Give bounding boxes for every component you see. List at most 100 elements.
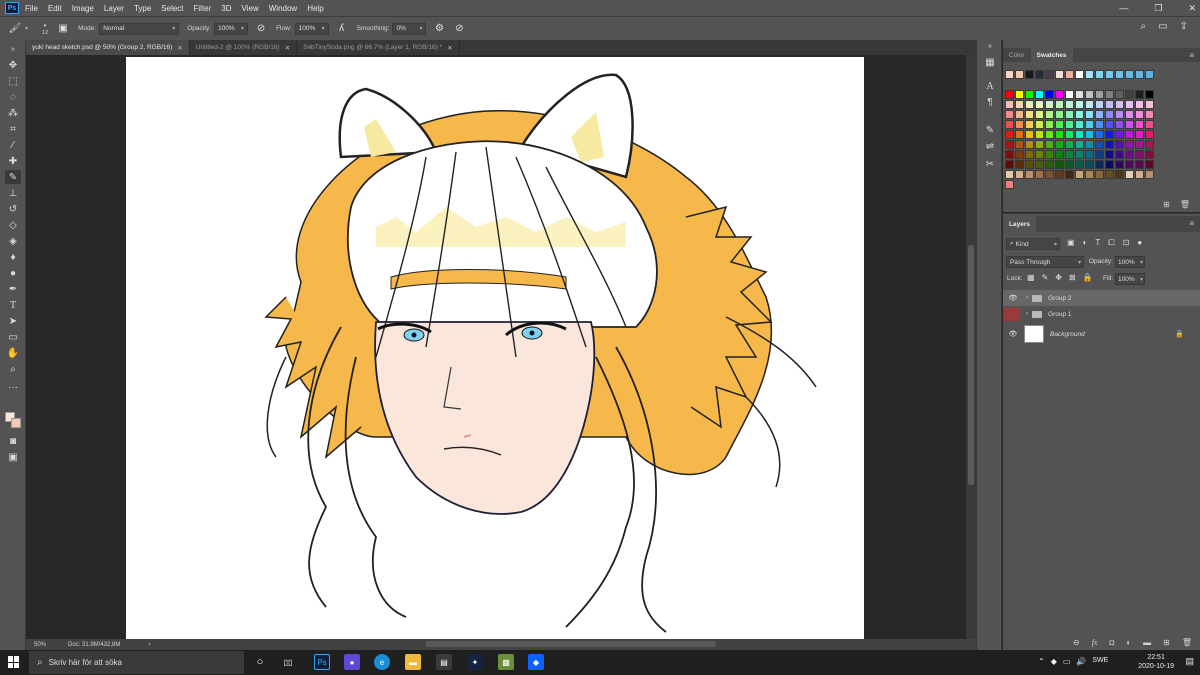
swatch[interactable] [1075,70,1084,79]
layer-row-group-1[interactable]: › Group 1 [1003,306,1200,322]
lasso-tool-icon[interactable]: ◌ [5,90,21,104]
swatch[interactable] [1085,100,1094,109]
swatch[interactable] [1115,140,1124,149]
pen-tool-icon[interactable]: ✒ [5,282,21,296]
swatch[interactable] [1045,170,1054,179]
swatch[interactable] [1105,70,1114,79]
swatch[interactable] [1055,100,1064,109]
swatch[interactable] [1125,90,1134,99]
opacity-field[interactable]: 100% ▾ [214,22,249,35]
swatch[interactable] [1085,110,1094,119]
swatch[interactable] [1045,110,1054,119]
type-tool-icon[interactable]: T [5,298,21,312]
hidden-visibility-toggle[interactable] [1004,307,1020,321]
document-canvas[interactable] [126,57,864,639]
swatch[interactable] [1005,70,1014,79]
swatch[interactable] [1075,150,1084,159]
swatch[interactable] [1035,160,1044,169]
lock-transparency-icon[interactable]: ▦ [1027,273,1035,282]
adjustments-panel-icon[interactable]: ⇌ [983,140,997,152]
swatch[interactable] [1145,110,1154,119]
swatch[interactable] [1075,130,1084,139]
menu-file[interactable]: File [25,4,38,13]
swatch[interactable] [1095,70,1104,79]
airbrush-icon[interactable]: ʎ [335,22,349,36]
swatch[interactable] [1065,150,1074,159]
swatch[interactable] [1035,100,1044,109]
taskbar-search[interactable]: ⌕ Skriv här för att söka [29,651,244,674]
dropbox-tray-icon[interactable]: ◆ [1051,657,1057,666]
close-tab-icon[interactable]: ✕ [285,44,290,52]
close-icon[interactable]: ✕ [1188,3,1196,14]
lock-artboard-icon[interactable]: ⊠ [1069,273,1076,282]
volume-icon[interactable]: 🔊 [1076,657,1086,666]
swatch[interactable] [1095,90,1104,99]
collapse-icon[interactable]: « [983,40,997,52]
swatch[interactable] [1105,90,1114,99]
swatch[interactable] [1025,150,1034,159]
swatch[interactable] [1035,150,1044,159]
swatch[interactable] [1025,130,1034,139]
swatch[interactable] [1075,140,1084,149]
brush-preset-icon[interactable]: 🖌 [8,22,22,36]
swatch[interactable] [1145,90,1154,99]
panel-menu-icon[interactable]: ≡ [1189,219,1194,228]
chevron-down-icon[interactable]: ▾ [25,25,28,32]
swatch[interactable] [1105,140,1114,149]
windows-start-icon[interactable] [8,656,20,668]
tab-untitled-2[interactable]: Untitled-2 @ 100% (RGB/16) ✕ [190,40,298,55]
swatch[interactable] [1125,110,1134,119]
zoom-tool-icon[interactable]: ⌕ [5,362,21,376]
smoothing-field[interactable]: 0% ▾ [392,22,427,35]
crop-tool-icon[interactable]: ⌗ [5,122,21,136]
lock-paint-icon[interactable]: ✎ [1042,273,1049,282]
swatch[interactable] [1135,70,1144,79]
swatch[interactable] [1095,100,1104,109]
canvas-workspace[interactable] [26,55,966,639]
swatch[interactable] [1115,130,1124,139]
trash-icon[interactable]: 🗑 [1180,200,1190,209]
swatch[interactable] [1075,160,1084,169]
layer-row-background[interactable]: 👁 Background 🔒 [1003,324,1200,344]
swatch[interactable] [1095,160,1104,169]
swatch[interactable] [1065,110,1074,119]
swatch[interactable] [1135,100,1144,109]
adjustment-layer-icon[interactable]: ◐ [1126,638,1131,647]
blur-tool-icon[interactable]: ♦ [5,250,21,264]
restore-icon[interactable]: ❐ [1154,3,1162,14]
collapse-icon[interactable]: » [5,42,21,56]
swatch[interactable] [1025,160,1034,169]
swatch[interactable] [1135,130,1144,139]
edge-icon[interactable]: e [374,654,390,670]
type-filter-icon[interactable]: T [1095,238,1100,248]
swatch[interactable] [1125,160,1134,169]
close-tab-icon[interactable]: ✕ [447,44,452,52]
healing-brush-tool-icon[interactable]: ✚ [5,154,21,168]
store-icon[interactable]: ▤ [436,654,452,670]
menu-3d[interactable]: 3D [221,4,231,13]
swatch[interactable] [1125,70,1134,79]
new-group-icon[interactable]: ▬ [1143,638,1151,647]
swatch[interactable] [1105,100,1114,109]
menu-layer[interactable]: Layer [104,4,124,13]
swatch[interactable] [1095,150,1104,159]
swatch[interactable] [1115,70,1124,79]
move-tool-icon[interactable]: ✥ [5,58,21,72]
link-layers-icon[interactable]: ⊖ [1073,638,1080,647]
swatch[interactable] [1005,120,1014,129]
swatch[interactable] [1105,150,1114,159]
paragraph-panel-icon[interactable]: ¶ [983,96,997,108]
swatch[interactable] [1115,160,1124,169]
swatch[interactable] [1045,130,1054,139]
character-panel-icon[interactable]: A [983,80,997,92]
taskbar-clock[interactable]: 22:51 2020-10-19 [1138,653,1174,671]
horizontal-scroll-thumb[interactable] [426,641,716,647]
new-swatch-icon[interactable]: ⊞ [1163,200,1170,209]
fx-icon[interactable]: fx [1092,638,1098,647]
eyedropper-tool-icon[interactable]: ⁄ [5,138,21,152]
swatch[interactable] [1005,130,1014,139]
swatch[interactable] [1065,160,1074,169]
swatch[interactable] [1025,120,1034,129]
hand-tool-icon[interactable]: ✋ [5,346,21,360]
swatch[interactable] [1135,150,1144,159]
